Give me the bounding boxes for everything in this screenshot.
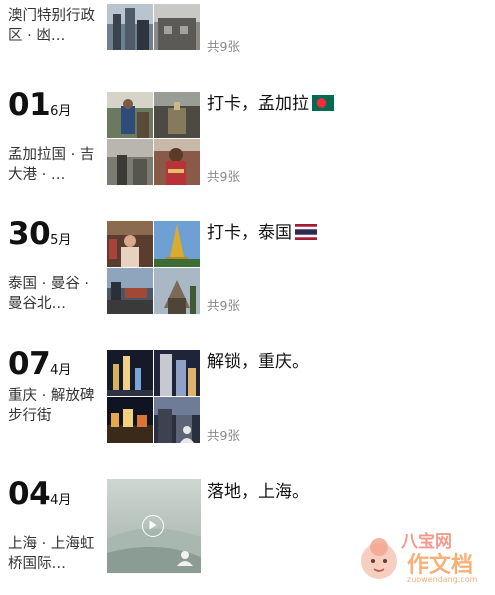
photo-count: 共9张 [207,169,240,184]
date-day: 30 [8,216,51,252]
photo-thumb[interactable] [107,350,153,396]
post-caption-text: 打卡，泰国 [207,223,292,243]
date-label: 074月 [8,349,71,380]
photo-count: 共9张 [207,428,240,443]
date-label: 044月 [8,479,71,510]
photo-thumb[interactable] [154,350,200,396]
post-caption: 解锁，重庆。 [207,352,309,372]
photo-thumb[interactable] [107,139,153,185]
site-watermark: 八宝网 作文档 zuowendang.com [357,525,489,589]
post-caption-text: 打卡，孟加拉 [207,94,309,114]
photo-thumb[interactable] [107,92,153,138]
date-day: 01 [8,87,51,123]
post-caption: 打卡，泰国 [207,222,317,246]
location-label: 澳门特别行政区 · 凼… [8,8,95,44]
location-label: 孟加拉国 · 吉大港 · … [8,147,95,183]
date-label: 016月 [8,90,71,121]
date-month: 6月 [50,104,72,119]
photo-thumb[interactable] [154,139,200,185]
play-icon[interactable] [142,515,164,537]
photo-thumb[interactable] [154,397,200,443]
photo-thumb[interactable] [107,221,153,267]
person-tag-icon [176,550,194,566]
photo-thumb[interactable] [107,268,153,314]
photo-thumb[interactable] [154,4,200,50]
photo-thumb[interactable] [107,4,153,50]
bangladesh-flag-icon [312,95,334,117]
date-month: 4月 [50,493,72,508]
date-label: 305月 [8,219,71,250]
thailand-flag-icon [295,224,317,246]
location-label: 泰国 · 曼谷 · 曼谷北… [8,276,90,312]
photo-thumb[interactable] [154,221,200,267]
date-day: 04 [8,476,51,512]
date-month: 4月 [50,363,72,378]
location-label: 重庆 · 解放碑步行街 [8,388,95,424]
date-month: 5月 [50,233,72,248]
post-caption: 落地，上海。 [207,482,309,502]
date-day: 07 [8,346,51,382]
photo-thumb[interactable] [107,397,153,443]
photo-thumb[interactable] [154,268,200,314]
photo-count: 共9张 [207,298,240,313]
photo-thumb[interactable] [154,92,200,138]
post-caption: 打卡，孟加拉 [207,93,334,117]
location-label: 上海 · 上海虹桥国际… [8,536,95,572]
watermark-url: zuowendang.com [407,575,478,584]
photo-count: 共9张 [207,39,240,54]
